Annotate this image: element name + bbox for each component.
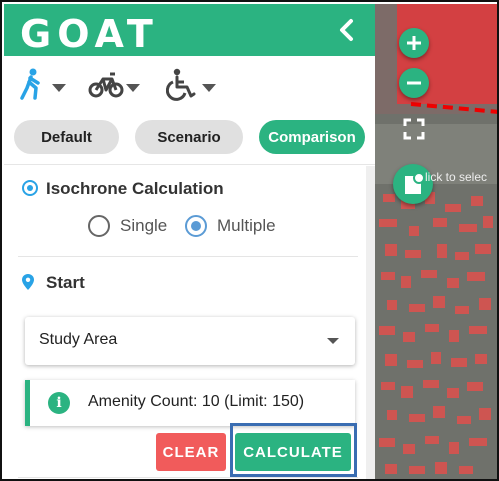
map-view[interactable]: lick to selec	[375, 4, 497, 479]
chevron-down-icon	[327, 338, 339, 344]
scenario-tabs: Default Scenario Comparison	[4, 113, 375, 165]
radio-multiple[interactable]: Multiple	[185, 215, 276, 237]
start-section-title: Start	[46, 273, 85, 292]
mode-bicycle-dropdown[interactable]	[126, 84, 140, 92]
tab-scenario[interactable]: Scenario	[135, 120, 243, 154]
minus-icon	[407, 81, 421, 85]
start-select[interactable]: Study Area	[25, 317, 355, 365]
mode-walking-dropdown[interactable]	[52, 84, 66, 92]
radio-multiple-control[interactable]	[185, 215, 207, 237]
map-tooltip: lick to selec	[425, 170, 488, 184]
isochrone-panel: Isochrone Calculation Single Multiple St…	[4, 166, 375, 479]
walk-icon	[20, 68, 40, 100]
sidebar-scrollbar[interactable]	[366, 166, 375, 479]
zoom-in-button[interactable]	[399, 28, 429, 58]
section-divider	[18, 256, 358, 257]
travel-mode-bar	[4, 56, 375, 113]
satellite-map	[375, 4, 497, 479]
radio-single-control[interactable]	[88, 215, 110, 237]
clear-button[interactable]: CLEAR	[156, 433, 226, 471]
fullscreen-icon	[403, 118, 425, 140]
bottom-divider	[18, 477, 358, 478]
target-icon	[22, 180, 38, 196]
start-select-value: Study Area	[39, 331, 118, 348]
location-pin-icon	[22, 274, 34, 290]
app-logo: GOAT	[20, 12, 159, 56]
amenity-count-alert: i Amenity Count: 10 (Limit: 150)	[25, 380, 355, 426]
info-icon: i	[48, 392, 70, 414]
amenity-count-text: Amenity Count: 10 (Limit: 150)	[88, 393, 305, 410]
radio-single-label: Single	[120, 216, 168, 235]
zoom-out-button[interactable]	[399, 68, 429, 98]
wheelchair-icon	[166, 68, 196, 101]
bicycle-icon	[88, 72, 124, 98]
calculate-button[interactable]: CALCULATE	[235, 433, 351, 471]
radio-multiple-label: Multiple	[217, 216, 276, 235]
fullscreen-button[interactable]	[399, 114, 429, 144]
mode-bicycle-button[interactable]	[88, 68, 124, 102]
mode-walking-button[interactable]	[18, 68, 46, 102]
plus-icon	[407, 36, 421, 50]
app-header: GOAT	[4, 4, 375, 56]
sidebar: GOAT Default Scenario Comparison Isochro…	[4, 4, 375, 479]
tab-comparison[interactable]: Comparison	[259, 120, 365, 154]
radio-single[interactable]: Single	[88, 215, 167, 237]
chevron-left-icon	[340, 19, 353, 41]
screenshot-frame: GOAT Default Scenario Comparison Isochro…	[0, 0, 499, 481]
collapse-sidebar-button[interactable]	[333, 16, 361, 44]
mode-wheelchair-button[interactable]	[166, 68, 198, 102]
tab-default[interactable]: Default	[14, 120, 119, 154]
mode-wheelchair-dropdown[interactable]	[202, 84, 216, 92]
isochrone-section-title: Isochrone Calculation	[46, 179, 224, 198]
